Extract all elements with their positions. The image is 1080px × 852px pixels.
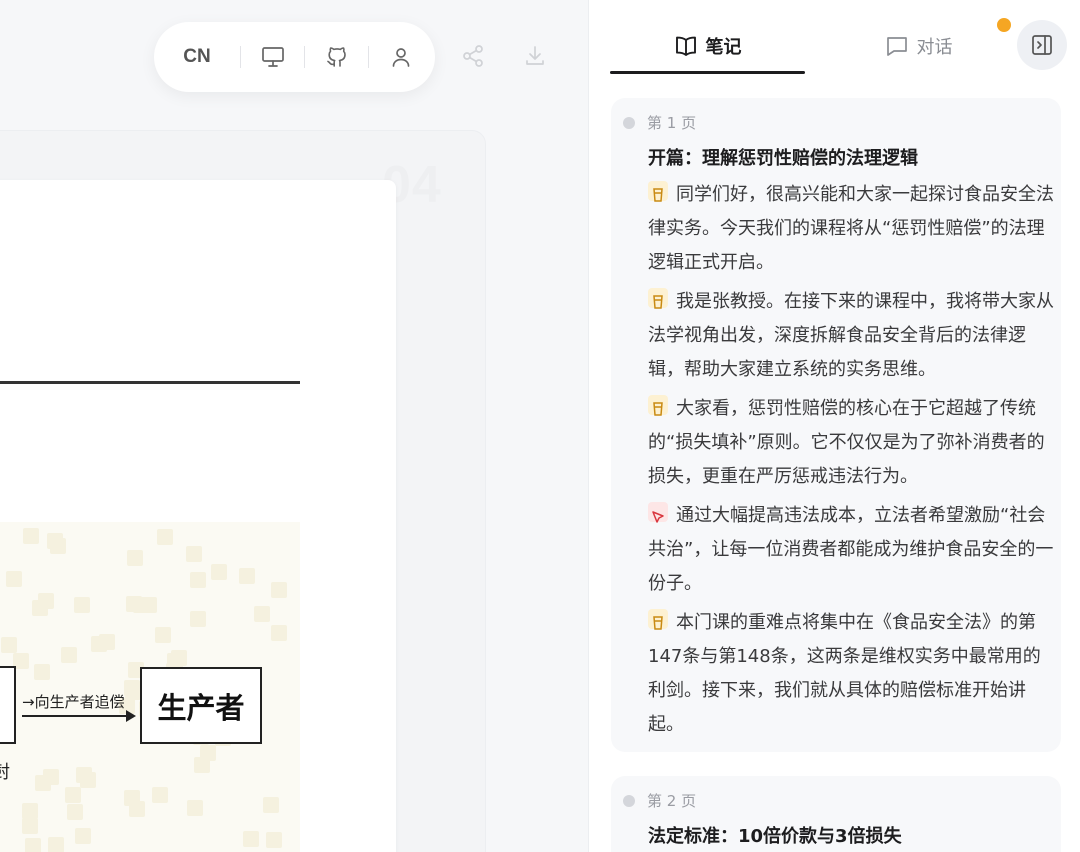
active-tab-indicator xyxy=(610,71,805,74)
language-toggle-button[interactable]: CN xyxy=(154,22,240,92)
cup-icon xyxy=(648,181,668,202)
note-card: 第 1 页 开篇：理解惩罚性赔偿的法理逻辑 同学们好，很高兴能和大家一起探讨食品… xyxy=(611,98,1061,752)
tab-chat-label: 对话 xyxy=(916,37,953,58)
note-paragraph: 我是张教授。在接下来的课程中，我将带大家从法学视角出发，深度拆解食品安全背后的法… xyxy=(648,285,1058,387)
tab-notes[interactable]: 笔记 xyxy=(610,26,805,66)
pattern-square xyxy=(211,564,227,580)
note-card: 第 2 页 法定标准：10倍价款与3倍损失 xyxy=(611,776,1061,852)
pattern-square xyxy=(61,647,77,663)
page-label: 第 2 页 xyxy=(647,792,697,810)
pattern-square xyxy=(76,767,92,783)
pattern-square xyxy=(67,804,83,820)
slide-divider xyxy=(0,381,300,384)
page-indicator: 第 1 页 xyxy=(623,112,696,133)
pattern-square xyxy=(34,664,50,680)
pattern-square xyxy=(157,529,173,545)
cup-icon xyxy=(648,288,668,309)
book-icon xyxy=(675,36,696,56)
diagram-box-producer: 生产者 xyxy=(140,667,262,744)
pattern-square xyxy=(6,571,22,587)
panel-collapse-icon xyxy=(1032,35,1052,55)
diagram-box-left xyxy=(0,666,16,744)
monitor-icon[interactable] xyxy=(241,22,304,92)
pattern-square xyxy=(243,831,259,847)
pattern-square xyxy=(133,597,149,613)
pattern-square xyxy=(124,680,140,696)
pattern-square xyxy=(75,828,91,844)
diagram-cut-text: 尌 xyxy=(0,762,10,783)
paragraph-text: 我是张教授。在接下来的课程中，我将带大家从法学视角出发，深度拆解食品安全背后的法… xyxy=(648,291,1054,380)
pattern-square xyxy=(65,787,81,803)
note-paragraph: 通过大幅提高违法成本，立法者希望激励“社会共治”，让每一位消费者都能成为维护食品… xyxy=(648,499,1058,601)
pattern-square xyxy=(266,832,282,848)
page-label: 第 1 页 xyxy=(647,114,697,132)
pattern-square xyxy=(35,775,51,791)
paragraph-text: 通过大幅提高违法成本，立法者希望激励“社会共治”，让每一位消费者都能成为维护食品… xyxy=(648,505,1054,594)
collapse-panel-button[interactable] xyxy=(1017,20,1067,70)
slide-preview-area: 04 →向生产者追偿 生产者 尌 CN xyxy=(0,0,588,852)
pattern-square xyxy=(186,546,202,562)
pattern-square xyxy=(271,582,287,598)
diagram-arrow-label: →向生产者追偿 xyxy=(22,693,125,711)
share-icon[interactable] xyxy=(459,42,487,70)
pattern-square xyxy=(22,818,38,834)
pattern-square xyxy=(155,627,171,643)
top-toolbar: CN xyxy=(154,22,435,92)
note-title: 开篇：理解惩罚性赔偿的法理逻辑 xyxy=(648,148,918,169)
tab-notes-label: 笔记 xyxy=(705,37,742,58)
download-icon[interactable] xyxy=(521,42,549,70)
producer-label: 生产者 xyxy=(157,690,245,725)
cursor-icon xyxy=(648,502,668,523)
pattern-square xyxy=(152,787,168,803)
pattern-square xyxy=(74,597,90,613)
notes-panel: 笔记 对话 第 1 页 开篇：理解惩罚性赔偿的法理逻辑 同学们好，很高兴能和大家… xyxy=(589,0,1080,852)
page-dot xyxy=(623,116,635,129)
note-title: 法定标准：10倍价款与3倍损失 xyxy=(648,826,902,847)
cup-icon xyxy=(648,395,668,416)
pattern-square xyxy=(254,606,270,622)
pattern-square xyxy=(190,611,206,627)
chat-icon xyxy=(886,37,907,56)
pattern-square xyxy=(22,803,38,819)
page-dot xyxy=(623,794,635,807)
note-paragraph: 同学们好，很高兴能和大家一起探讨食品安全法律实务。今天我们的课程将从“惩罚性赔偿… xyxy=(648,178,1058,280)
pattern-square xyxy=(25,838,41,852)
note-paragraph: 大家看，惩罚性赔偿的核心在于它超越了传统的“损失填补”原则。它不仅仅是为了弥补消… xyxy=(648,392,1058,494)
tab-chat[interactable]: 对话 xyxy=(821,26,1016,66)
pattern-square xyxy=(129,801,145,817)
notification-dot xyxy=(997,18,1011,32)
page-indicator: 第 2 页 xyxy=(623,790,696,811)
diagram-arrow-line xyxy=(22,715,130,717)
user-icon[interactable] xyxy=(369,22,432,92)
pattern-square xyxy=(127,550,143,566)
pattern-square xyxy=(47,533,63,549)
note-paragraph: 本门课的重难点将集中在《食品安全法》的第147条与第148条，这两条是维权实务中… xyxy=(648,606,1058,742)
pattern-square xyxy=(1,637,17,653)
pattern-square xyxy=(23,528,39,544)
pattern-square xyxy=(263,797,279,813)
pattern-square xyxy=(187,800,203,816)
diagram-arrow-head xyxy=(126,710,136,722)
paragraph-text: 本门课的重难点将集中在《食品安全法》的第147条与第148条，这两条是维权实务中… xyxy=(648,612,1041,735)
paragraph-text: 大家看，惩罚性赔偿的核心在于它超越了传统的“损失填补”原则。它不仅仅是为了弥补消… xyxy=(648,398,1045,487)
cup-icon xyxy=(648,609,668,630)
pattern-square xyxy=(200,745,216,761)
pattern-square xyxy=(239,568,255,584)
pattern-square xyxy=(271,625,287,641)
pattern-square xyxy=(48,837,64,852)
github-icon[interactable] xyxy=(305,22,368,92)
pattern-square xyxy=(91,636,107,652)
pattern-square xyxy=(190,572,206,588)
pattern-square xyxy=(38,593,54,609)
paragraph-text: 同学们好，很高兴能和大家一起探讨食品安全法律实务。今天我们的课程将从“惩罚性赔偿… xyxy=(648,184,1054,273)
